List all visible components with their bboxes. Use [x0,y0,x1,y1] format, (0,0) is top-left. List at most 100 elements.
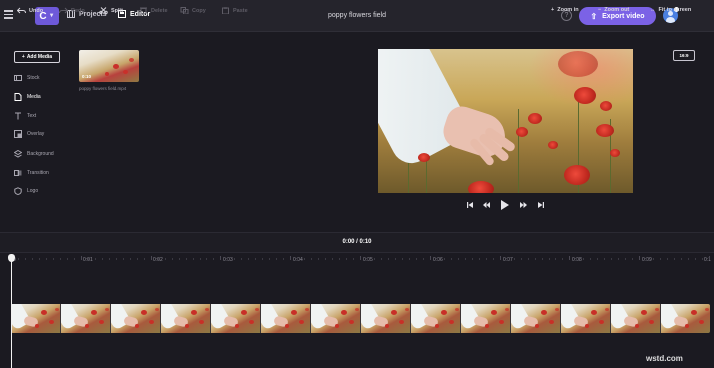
redo-button[interactable]: Redo [59,7,85,14]
ruler-tick-mark [318,258,320,260]
ruler-tick-mark [611,258,613,260]
ruler-tick-mark [380,258,382,260]
ruler-tick-mark [709,256,710,260]
ruler-tick-mark [171,258,173,260]
ruler-tick-mark [401,258,403,260]
clip-frame-thumbnail [311,304,361,333]
zoom-in-button[interactable]: + Zoom in [551,7,579,13]
copy-button[interactable]: Copy [180,7,206,14]
ruler-tick-mark [499,256,501,260]
ruler-tick-mark [59,258,61,260]
sidebar-item-label: Transition [27,170,49,176]
paste-label: Paste [233,7,248,14]
ruler-tick-mark [667,258,669,260]
delete-label: Delete [151,7,168,14]
ruler-tick-mark [583,258,585,260]
ruler-tick-mark [513,258,515,260]
sidebar-item-label: Media [27,94,41,100]
sidebar-item-overlay[interactable]: Overlay [14,130,44,138]
ruler-tick: 0:07 [503,257,513,263]
ruler-tick-mark [429,256,431,260]
ruler-tick-mark [360,256,361,260]
ruler-tick-mark [353,258,354,260]
ruler-tick-mark [108,258,110,260]
ruler-tick-mark [276,258,278,260]
ruler-tick-mark [290,256,292,260]
hamburger-menu-icon[interactable] [4,10,13,19]
undo-button[interactable]: Undo [17,7,43,14]
clip-frame-thumbnail [611,304,661,333]
ruler-tick-mark [387,258,389,260]
sidebar-item-stock[interactable]: Stock [14,74,40,82]
ruler-tick-mark [87,258,89,260]
ruler-tick-mark [653,258,655,260]
export-label: Export video [602,12,645,20]
ruler-tick-mark [332,258,334,260]
sidebar-item-media[interactable]: Media [14,93,41,101]
sidebar-item-background[interactable]: Background [14,150,54,158]
sidebar-item-transition[interactable]: Transition [14,169,49,177]
ruler-tick-mark [297,258,299,260]
ruler-tick-mark [73,258,75,260]
paste-button[interactable]: Paste [221,7,248,14]
video-track-clip[interactable] [11,304,710,333]
video-preview[interactable] [378,49,633,193]
zoom-in-label: Zoom in [557,7,579,13]
plus-icon: + [551,7,555,13]
clip-frame-thumbnail [161,304,211,333]
ruler-tick-mark [157,258,159,260]
skip-to-end-icon[interactable] [537,201,544,208]
ruler-tick-mark [562,258,564,260]
playhead[interactable] [11,258,12,368]
rewind-icon[interactable] [482,201,490,208]
sidebar-item-text[interactable]: Text [14,112,36,120]
ruler-tick-mark [220,256,222,260]
redo-label: Redo [71,7,85,14]
logo-icon [14,187,22,195]
background-icon [14,150,22,158]
ruler-tick-mark [178,258,180,260]
ruler-tick-mark [443,258,445,260]
ruler-tick-mark [66,258,68,260]
copy-icon [180,7,189,14]
ruler-tick-mark [688,258,690,260]
sidebar-item-logo[interactable]: Logo [14,187,38,195]
clip-filename: poppy flowers field.mp4 [79,86,127,91]
timeline-ruler[interactable]: 0 0:01 0:02 0:03 0:04 0:05 0:06 0:07 0:0… [0,254,714,268]
fit-to-screen-button[interactable]: ↔ Fit to screen [650,7,691,13]
sidebar-item-label: Stock [27,75,40,81]
ruler-tick-mark [541,258,543,260]
aspect-ratio-button[interactable]: 16:9 [673,50,695,61]
delete-button[interactable]: Delete [139,7,168,14]
ruler-tick-mark [199,258,201,260]
ruler-tick-mark [94,258,96,260]
ruler-tick-mark [394,258,396,260]
zoom-out-label: Zoom out [604,7,630,13]
ruler-tick-mark [597,258,599,260]
ruler-tick-mark [262,258,264,260]
skip-to-start-icon[interactable] [466,201,473,208]
ruler-tick-mark [548,258,550,260]
fast-forward-icon[interactable] [519,201,527,208]
add-media-button[interactable]: + Add Media [14,51,60,63]
ruler-tick-mark [283,258,285,260]
ruler-tick-mark [555,258,557,260]
ruler-tick-mark [660,258,662,260]
add-media-label: Add Media [26,54,53,60]
clip-duration: 0:10 [82,74,92,79]
ruler-tick-mark [520,258,522,260]
ruler-tick-mark [150,256,152,260]
ruler-tick: 0:06 [433,257,443,263]
ruler-tick-mark [38,258,40,260]
sidebar-item-label: Overlay [27,131,45,137]
plus-icon: + [21,54,25,60]
split-button[interactable]: Split [99,7,123,14]
ruler-tick-mark [31,258,33,260]
zoom-out-button[interactable]: − Zoom out [598,7,629,13]
play-icon[interactable] [500,200,509,210]
overlay-icon [14,130,22,138]
ruler-tick-mark [304,258,306,260]
transition-icon [14,170,22,176]
undo-label: Undo [29,7,44,14]
playhead-handle[interactable] [8,254,15,262]
